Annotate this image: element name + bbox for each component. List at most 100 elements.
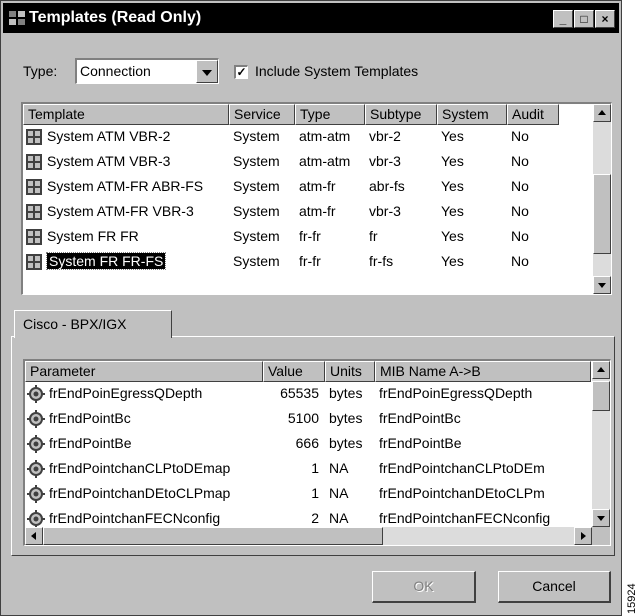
table-cell: System [233, 128, 280, 144]
type-label: Type: [23, 63, 58, 79]
table-cell: frEndPoinEgressQDepth [49, 385, 203, 401]
table-cell: Yes [441, 253, 464, 269]
scroll-up-button[interactable] [593, 104, 611, 122]
table-cell: abr-fs [369, 178, 405, 194]
table-cell: bytes [329, 385, 363, 401]
table-cell: 2 [311, 510, 319, 526]
table-cell: fr-fs [369, 253, 394, 269]
window-title: Templates (Read Only) [29, 9, 202, 26]
table-cell: frEndPointchanDEtoCLPm [379, 485, 545, 501]
column-header[interactable]: System [437, 104, 507, 125]
type-combobox[interactable]: Connection [75, 58, 219, 84]
gear-icon [27, 410, 45, 428]
title-bar[interactable]: Templates (Read Only) _ □ × [3, 3, 619, 33]
column-header[interactable]: Value [263, 361, 325, 382]
table-cell: No [511, 178, 529, 194]
minimize-button[interactable]: _ [553, 10, 573, 28]
close-button[interactable]: × [595, 10, 615, 28]
column-header[interactable]: Units [325, 361, 375, 382]
templates-vscroll[interactable] [593, 104, 611, 294]
table-cell: atm-atm [299, 153, 351, 169]
table-cell: System FR FR-FS [45, 252, 167, 270]
table-cell: Yes [441, 153, 464, 169]
cancel-label: Cancel [532, 578, 576, 594]
scroll-down-button[interactable] [592, 509, 610, 527]
scroll-right-button[interactable] [574, 527, 592, 545]
table-row[interactable]: System ATM VBR-3 System atm-atm vbr-3 Yes No [23, 150, 559, 175]
table-cell: frEndPointBe [49, 435, 132, 451]
scroll-down-button[interactable] [593, 276, 611, 294]
template-grid-icon [26, 129, 42, 145]
table-cell: atm-atm [299, 128, 351, 144]
table-cell: System [233, 228, 280, 244]
column-header[interactable]: Template [23, 104, 229, 125]
templates-window: Templates (Read Only) _ □ × Type: Connec… [0, 0, 622, 616]
table-cell: NA [329, 510, 349, 526]
table-row[interactable]: frEndPointchanCLPtoDEmap 1 NA frEndPointcha… [25, 457, 591, 482]
scroll-left-button[interactable] [25, 527, 43, 545]
arrow-right-icon [581, 532, 586, 540]
dropdown-arrow-button[interactable] [196, 60, 218, 83]
arrow-up-icon [597, 367, 605, 372]
hscroll-thumb[interactable] [43, 527, 383, 545]
column-header[interactable]: Type [295, 104, 365, 125]
scroll-corner [592, 527, 610, 545]
table-cell: frEndPointchanFECNconfig [379, 510, 551, 526]
table-cell: System [233, 153, 280, 169]
maximize-button[interactable]: □ [574, 10, 594, 28]
gear-icon [27, 435, 45, 453]
table-cell: Yes [441, 228, 464, 244]
templates-list: Template Service Type Subtype System Audit Sy… [21, 102, 612, 295]
gear-icon [27, 385, 45, 403]
scroll-thumb[interactable] [592, 381, 610, 411]
scroll-up-button[interactable] [592, 361, 610, 379]
tab-cisco-bpx-igx[interactable]: Cisco - BPX/IGX [14, 310, 172, 338]
gear-icon [27, 460, 45, 478]
gear-icon [27, 485, 45, 503]
column-header[interactable]: Parameter [25, 361, 263, 382]
table-row[interactable]: frEndPointBe 666 bytes frEndPointBe [25, 432, 591, 457]
include-system-checkbox[interactable]: ✓ [234, 65, 248, 79]
arrow-down-icon [598, 283, 606, 288]
table-cell: frEndPointchanFECNconfig [49, 510, 221, 526]
table-cell: frEndPointchanCLPtoDEm [379, 460, 545, 476]
template-grid-icon [26, 179, 42, 195]
table-cell: atm-fr [299, 203, 336, 219]
figure-id-label: 15924 [626, 583, 638, 614]
arrow-left-icon [31, 532, 36, 540]
scroll-thumb[interactable] [593, 174, 611, 254]
table-row[interactable]: System ATM-FR VBR-3 System atm-fr vbr-3 Yes N… [23, 200, 559, 225]
app-icon [9, 11, 25, 25]
table-row[interactable]: System ATM VBR-2 System atm-atm vbr-2 Yes No [23, 125, 559, 150]
parameters-list: Parameter Value Units MIB Name A->B frEndPo… [23, 359, 611, 546]
table-row[interactable]: frEndPoinEgressQDepth 65535 bytes frEndPoin… [25, 382, 591, 407]
table-row[interactable]: System FR FR System fr-fr fr Yes No [23, 225, 559, 250]
table-cell: System ATM-FR ABR-FS [47, 178, 204, 194]
parameters-vscroll[interactable] [592, 361, 610, 527]
arrow-down-icon [597, 516, 605, 521]
table-cell: System FR FR [47, 228, 139, 244]
ok-button[interactable]: OK [372, 571, 476, 603]
column-header[interactable]: Subtype [365, 104, 437, 125]
table-cell: Yes [441, 203, 464, 219]
table-cell: System [233, 253, 280, 269]
gear-icon [27, 510, 45, 528]
table-cell: atm-fr [299, 178, 336, 194]
table-cell: fr-fr [299, 228, 321, 244]
column-header[interactable]: Audit [507, 104, 559, 125]
table-row[interactable]: frEndPointchanDEtoCLPmap 1 NA frEndPointcha… [25, 482, 591, 507]
table-cell: 666 [295, 435, 319, 451]
column-header[interactable]: MIB Name A->B [375, 361, 591, 382]
type-combobox-value: Connection [80, 63, 151, 79]
table-cell: No [511, 253, 529, 269]
table-cell: System ATM VBR-3 [47, 153, 171, 169]
table-cell: fr-fr [299, 253, 321, 269]
cancel-button[interactable]: Cancel [498, 571, 611, 603]
table-row[interactable]: frEndPointBc 5100 bytes frEndPointBc [25, 407, 591, 432]
table-row[interactable]: System ATM-FR ABR-FS System atm-fr abr-fs Ye… [23, 175, 559, 200]
arrow-up-icon [598, 110, 606, 115]
table-cell: bytes [329, 410, 363, 426]
parameters-hscroll[interactable] [25, 527, 592, 545]
column-header[interactable]: Service [229, 104, 295, 125]
table-row[interactable]: System FR FR-FS System fr-fr fr-fs Yes No [23, 250, 559, 275]
